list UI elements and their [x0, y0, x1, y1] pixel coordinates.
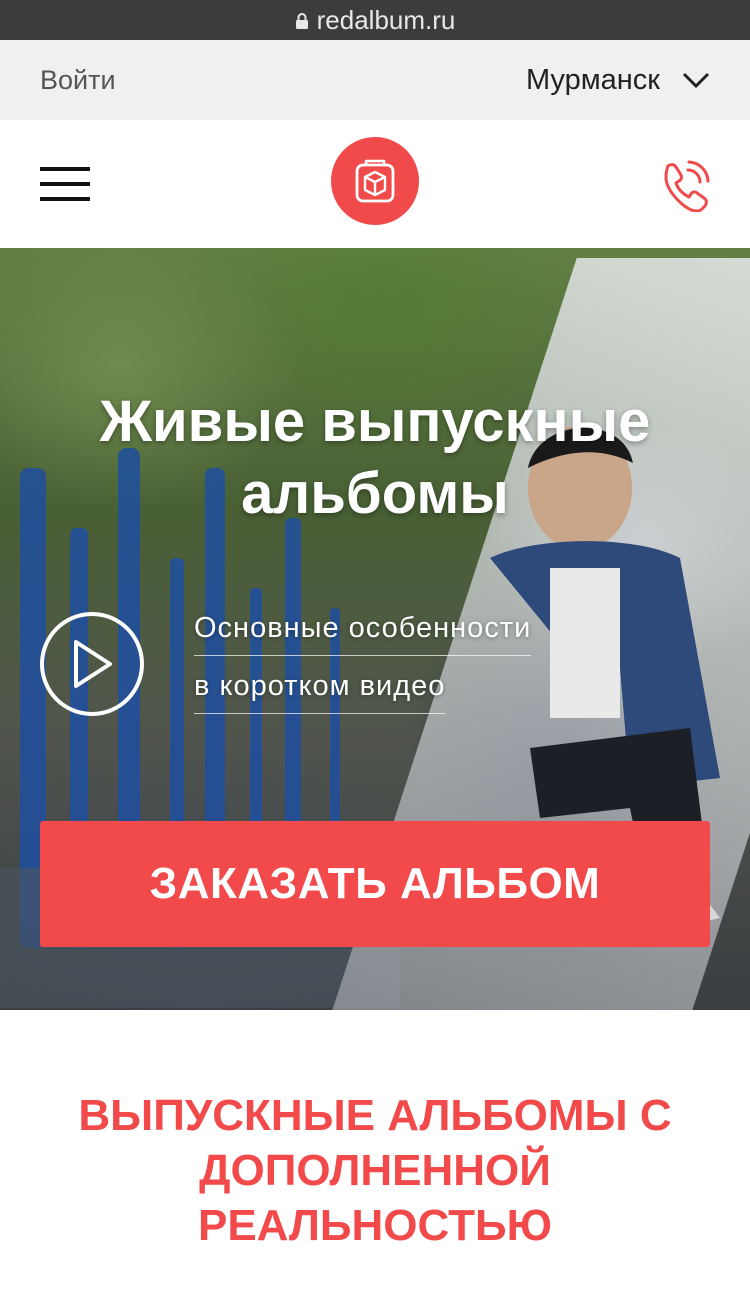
city-name: Мурманск [525, 63, 660, 96]
top-bar: Войти Мурманск [0, 40, 750, 120]
section-title-line: ДОПОЛНЕННОЙ [199, 1146, 551, 1195]
city-selector[interactable]: Мурманск [526, 64, 710, 97]
section-title-line: ВЫПУСКНЫЕ АЛЬБОМЫ С [78, 1091, 672, 1140]
play-icon [74, 640, 112, 688]
hero-title-line: Живые выпускные [99, 389, 651, 454]
section-title-line: РЕАЛЬНОСТЬЮ [197, 1201, 553, 1250]
phone-call-icon[interactable] [658, 158, 712, 212]
video-link-line: в коротком видео [194, 670, 446, 714]
login-link[interactable]: Войти [40, 65, 116, 96]
album-box-logo-icon [355, 159, 395, 203]
site-logo[interactable] [331, 137, 419, 225]
hero-title: Живые выпускные альбомы [0, 386, 750, 530]
url-text: redalbum.ru [316, 4, 456, 35]
browser-url-bar[interactable]: redalbum.ru [0, 0, 750, 40]
section-title: ВЫПУСКНЫЕ АЛЬБОМЫ С ДОПОЛНЕННОЙ РЕАЛЬНОС… [0, 1088, 750, 1253]
hero-banner: Живые выпускные альбомы Основные особенн… [0, 248, 750, 1010]
order-album-button[interactable]: ЗАКАЗАТЬ АЛЬБОМ [40, 821, 710, 947]
video-link[interactable]: Основные особенности в коротком видео [194, 612, 532, 714]
lock-icon [295, 13, 308, 29]
hamburger-menu-icon[interactable] [40, 167, 90, 201]
play-video-button[interactable] [40, 612, 144, 716]
site-header [0, 120, 750, 248]
hero-title-line: альбомы [241, 461, 509, 526]
video-link-line: Основные особенности [194, 612, 532, 656]
chevron-down-icon [682, 72, 710, 89]
